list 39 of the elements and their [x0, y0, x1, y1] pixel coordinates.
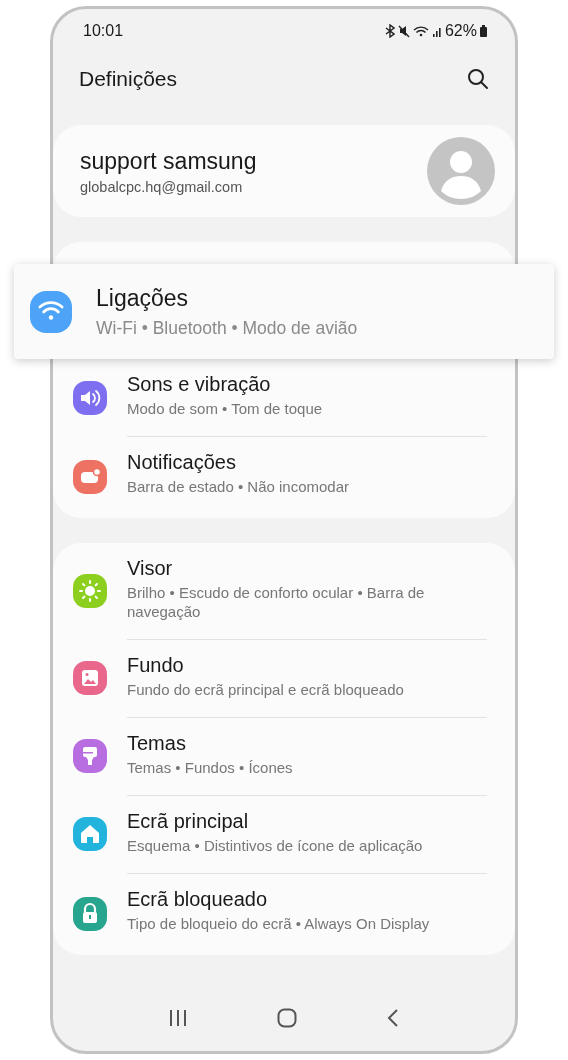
wifi-icon — [412, 24, 429, 38]
item-subtitle: Esquema • Distintivos de ícone de aplicação — [127, 836, 424, 855]
bluetooth-icon — [384, 24, 395, 38]
setting-item[interactable]: Ecrã principal Esquema • Distintivos de ícone de aplicação — [53, 795, 515, 873]
setting-item[interactable]: Fundo Fundo do ecrã principal e ecrã bloqueado — [53, 639, 515, 717]
profile-email: globalcpc.hq@gmail.com — [80, 178, 244, 195]
home-button-icon[interactable] — [277, 1008, 297, 1028]
back-icon[interactable] — [386, 1008, 401, 1028]
profile-card[interactable]: support samsung globalcpc.hq@gmail.com — [53, 125, 515, 217]
page-title: Definições — [79, 67, 178, 91]
item-title: Ligações — [96, 284, 190, 312]
setting-item[interactable]: Notificações Barra de estado • Não incomodar — [53, 436, 515, 518]
battery-icon — [480, 25, 487, 37]
profile-name: support samsung — [80, 147, 257, 175]
item-title: Notificações — [127, 451, 237, 474]
item-title: Sons e vibração — [127, 373, 272, 396]
item-title: Temas — [127, 732, 187, 755]
setting-item[interactable]: Visor Brilho • Escudo de conforto ocular • Barra de navegação — [53, 543, 515, 639]
setting-item[interactable]: Temas Temas • Fundos • Ícones — [53, 717, 515, 795]
item-title: Visor — [127, 557, 174, 580]
item-subtitle: Modo de som • Tom de toque — [127, 399, 324, 418]
item-subtitle: Fundo do ecrã principal e ecrã bloqueado — [127, 680, 405, 699]
battery-percent: 62% — [444, 22, 477, 40]
search-icon[interactable] — [467, 68, 489, 90]
setting-item[interactable]: Sons e vibração Modo de som • Tom de toque — [53, 359, 515, 436]
recent-apps-icon[interactable] — [167, 1009, 188, 1027]
status-time: 10:01 — [83, 22, 124, 40]
item-title: Ecrã bloqueado — [127, 888, 269, 911]
item-subtitle: Wi-Fi • Bluetooth • Modo de avião — [96, 317, 358, 339]
item-title: Ecrã principal — [127, 810, 250, 833]
item-subtitle: Temas • Fundos • Ícones — [127, 758, 294, 777]
item-subtitle: Tipo de bloqueio do ecrã • Always On Display — [127, 914, 431, 933]
item-subtitle: Barra de estado • Não incomodar — [127, 477, 351, 496]
avatar-icon — [427, 137, 495, 205]
setting-item[interactable]: Ecrã bloqueado Tipo de bloqueio do ecrã • Always On Display — [53, 873, 515, 955]
mute-icon — [397, 24, 410, 38]
item-subtitle: Brilho • Escudo de conforto ocular • Barra de navegação — [127, 583, 426, 621]
item-title: Fundo — [127, 654, 185, 677]
highlighted-setting-item[interactable]: Ligações Wi-Fi • Bluetooth • Modo de avião — [14, 264, 554, 359]
